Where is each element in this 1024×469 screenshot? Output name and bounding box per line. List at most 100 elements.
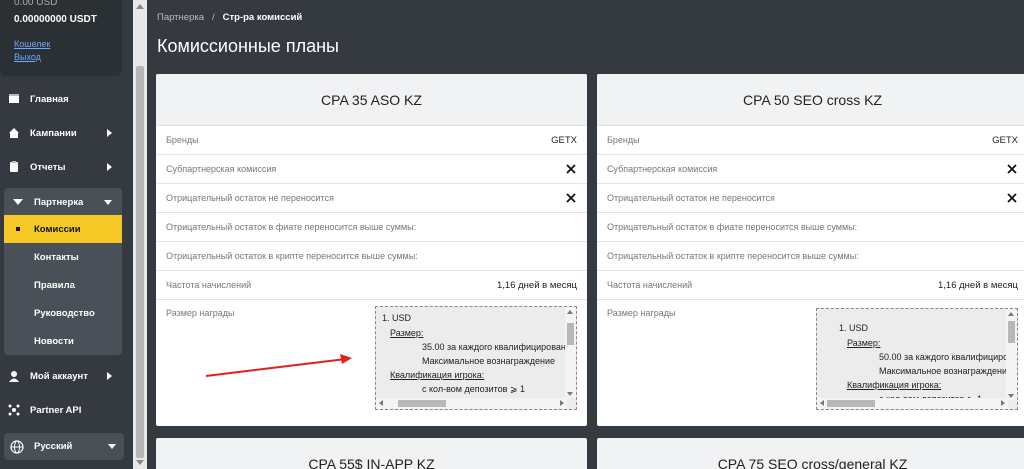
sidebar-scrollbar[interactable] [133, 0, 147, 469]
row-brands: Бренды GETX [156, 126, 587, 155]
sidebar: 0.00 USD 0.00000000 USDT Кошелек Выход Г… [0, 0, 133, 469]
label-neg-fiat: Отрицательный остаток в фиате переноситс… [166, 222, 417, 232]
reward-size-value: 50.00 за каждого квалифицированного [879, 352, 1017, 362]
row-frequency: Частота начислений 1,16 дней в месяц [156, 271, 587, 300]
label-sub-commission: Субпартнерская комиссия [166, 164, 277, 174]
scroll-down-icon[interactable] [136, 460, 144, 465]
sub-item-news[interactable]: Новости [4, 327, 122, 355]
plan-card-title: CPA 50 SEO cross KZ [597, 74, 1024, 126]
row-neg-fiat: Отрицательный остаток в фиате переноситс… [156, 213, 587, 242]
reward-vscroll[interactable] [565, 307, 576, 398]
label-reward: Размер награды [607, 308, 676, 318]
close-icon [566, 193, 576, 203]
chevron-right-icon [107, 372, 112, 380]
nav-item-reports[interactable]: Отчеты [0, 153, 122, 181]
plan-card: CPA 55$ IN-APP KZ [156, 438, 587, 469]
row-neg-balance: Отрицательный остаток не переносится [156, 184, 587, 213]
close-icon [566, 164, 576, 174]
plan-card: CPA 50 SEO cross KZ Бренды GETX Субпартн… [597, 74, 1024, 426]
scroll-down-icon[interactable] [567, 392, 573, 396]
scroll-down-icon[interactable] [1008, 394, 1014, 398]
plan-card-title: CPA 75 SEO cross/general KZ [597, 438, 1024, 469]
sub-label-commissions: Комиссии [34, 223, 81, 235]
label-reward: Размер награды [166, 308, 235, 318]
nav-item-api[interactable]: Partner API [0, 396, 122, 424]
breadcrumb-current: Стр-ра комиссий [222, 12, 303, 23]
plan-card-title: CPA 35 ASO KZ [156, 74, 587, 126]
label-neg-balance: Отрицательный остаток не переносится [166, 193, 334, 203]
globe-icon [10, 439, 24, 454]
reward-vscroll[interactable] [1006, 309, 1017, 400]
label-brands: Бренды [607, 135, 640, 145]
reward-qualification-label: Квалификация игрока: [390, 370, 485, 380]
row-neg-crypto: Отрицательный остаток в крипте переносит… [156, 242, 587, 271]
label-sub-commission: Субпартнерская комиссия [607, 164, 718, 174]
nav-item-campaigns[interactable]: Кампании [0, 119, 122, 147]
language-selector[interactable]: Русский [4, 433, 124, 460]
wallet-link[interactable]: Кошелек [14, 38, 122, 51]
label-frequency: Частота начислений [607, 280, 693, 290]
value-frequency: 1,16 дней в месяц [938, 279, 1018, 291]
reward-size-label: Размер: [847, 338, 881, 348]
row-sub-commission: Субпартнерская комиссия [597, 155, 1024, 184]
label-frequency: Частота начислений [166, 280, 252, 290]
scrollbar-thumb[interactable] [827, 400, 875, 407]
active-dot-icon [16, 227, 20, 231]
nav-item-account[interactable]: Мой аккаунт [0, 362, 122, 390]
scroll-right-icon[interactable] [1001, 400, 1005, 406]
row-brands: Бренды GETX [597, 126, 1024, 155]
chevron-right-icon [107, 163, 112, 171]
sub-item-commissions[interactable]: Комиссии [4, 215, 122, 243]
value-brand: GETX [992, 134, 1018, 146]
reward-hscroll[interactable] [376, 398, 567, 409]
row-neg-fiat: Отрицательный остаток в фиате переноситс… [597, 213, 1024, 242]
breadcrumb-separator: / [212, 12, 215, 23]
scroll-up-icon[interactable] [1008, 312, 1014, 316]
reward-qualification-label: Квалификация игрока: [847, 380, 942, 390]
row-frequency: Частота начислений 1,16 дней в месяц [597, 271, 1024, 300]
reward-box[interactable]: 1. USD Размер: 50.00 за каждого квалифиц… [816, 308, 1018, 410]
scrollbar-thumb[interactable] [1008, 321, 1015, 343]
plan-card-title: CPA 55$ IN-APP KZ [156, 438, 587, 469]
label-neg-crypto: Отрицательный остаток в крипте переносит… [166, 251, 418, 261]
reward-box[interactable]: 1. USD Размер: 35.00 за каждого квалифиц… [375, 306, 577, 410]
balance-usdt: 0.00000000 USDT [14, 14, 97, 25]
sub-item-contacts[interactable]: Контакты [4, 243, 122, 271]
balance-usd: 0.00 USD [14, 0, 58, 8]
sub-item-rules[interactable]: Правила [4, 271, 122, 299]
caret-down-icon [12, 196, 24, 208]
sub-item-guide[interactable]: Руководство [4, 299, 122, 327]
scrollbar-thumb[interactable] [567, 323, 574, 345]
reward-size-value: 35.00 за каждого квалифицированного [422, 342, 577, 352]
language-label: Русский [34, 441, 73, 452]
chevron-right-icon [107, 129, 112, 137]
reward-size-label: Размер: [390, 328, 424, 338]
value-frequency: 1,16 дней в месяц [497, 279, 577, 291]
scrollbar-thumb[interactable] [136, 66, 144, 458]
user-icon [8, 370, 20, 382]
reward-hscroll[interactable] [817, 398, 1008, 409]
scroll-right-icon[interactable] [560, 400, 564, 406]
scroll-up-icon[interactable] [567, 310, 573, 314]
close-icon [1007, 164, 1017, 174]
scroll-up-icon[interactable] [136, 4, 144, 9]
label-neg-crypto: Отрицательный остаток в крипте переносит… [607, 251, 859, 261]
scrollbar-thumb[interactable] [398, 400, 446, 407]
nav-item-partners[interactable]: Партнерка [4, 188, 122, 216]
annotation-arrow-icon [205, 354, 352, 377]
network-icon [8, 404, 20, 416]
nav-item-main[interactable]: Главная [0, 85, 122, 113]
logout-link[interactable]: Выход [14, 51, 122, 64]
nav-label-main: Главная [30, 93, 69, 105]
scroll-left-icon[interactable] [820, 400, 824, 406]
reward-qualification-value: с кол-вом депозитов ⩾ 1 [422, 384, 526, 394]
reward-currency: 1. USD [839, 323, 869, 333]
scroll-left-icon[interactable] [379, 400, 383, 406]
wallet-panel: 0.00 USD 0.00000000 USDT Кошелек Выход [0, 0, 122, 76]
label-neg-balance: Отрицательный остаток не переносится [607, 193, 775, 203]
chevron-down-icon [108, 444, 116, 449]
reward-max-label: Максимальное вознаграждение [422, 356, 556, 366]
row-neg-balance: Отрицательный остаток не переносится [597, 184, 1024, 213]
breadcrumb-parent[interactable]: Партнерка [157, 12, 204, 23]
page-title: Комиссионные планы [157, 36, 339, 56]
